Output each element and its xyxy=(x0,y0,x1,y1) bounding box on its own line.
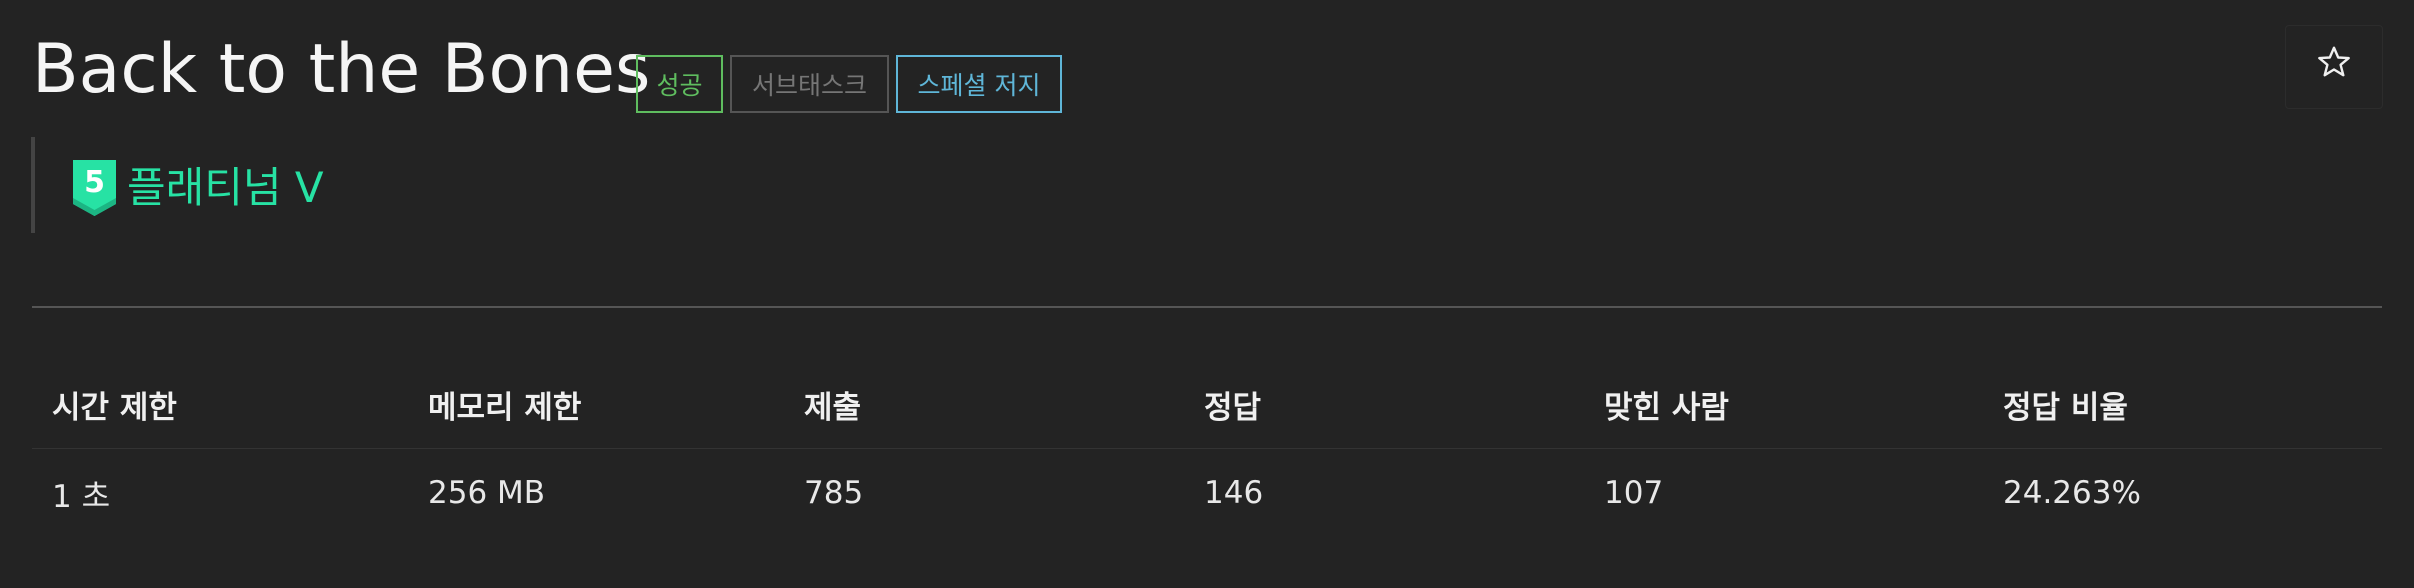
value-submissions: 785 xyxy=(804,475,864,511)
value-memory-limit: 256 MB xyxy=(428,475,546,511)
header-accepted: 정답 xyxy=(1204,389,1262,426)
subtask-badge: 서브태스크 xyxy=(730,55,889,113)
header-memory-limit: 메모리 제한 xyxy=(428,389,582,426)
section-divider xyxy=(32,306,2382,308)
problem-title: Back to the Bones xyxy=(32,30,651,109)
star-outline-icon xyxy=(2316,44,2352,90)
problem-info-table: 시간 제한 메모리 제한 제출 정답 맞힌 사람 정답 비율 1 초 256 M… xyxy=(32,360,2382,537)
favorite-star-button[interactable] xyxy=(2285,25,2383,109)
table-row: 1 초 256 MB 785 146 107 24.263% xyxy=(32,449,2382,537)
tier-accent-bar xyxy=(31,137,35,233)
value-accepted: 146 xyxy=(1204,475,1264,511)
success-badge: 성공 xyxy=(636,55,723,113)
special-judge-badge: 스페셜 저지 xyxy=(896,55,1062,113)
tier-level-number: 5 xyxy=(84,165,105,200)
title-row: Back to the Bones xyxy=(32,26,650,114)
table-header-row: 시간 제한 메모리 제한 제출 정답 맞힌 사람 정답 비율 xyxy=(32,360,2382,449)
tier-display[interactable]: 5 플래티넘 V xyxy=(73,160,324,216)
header-solved-users: 맞힌 사람 xyxy=(1604,389,1729,426)
tier-label: 플래티넘 V xyxy=(127,163,324,212)
header-submissions: 제출 xyxy=(804,389,862,426)
header-accept-ratio: 정답 비율 xyxy=(2003,389,2128,426)
value-time-limit: 1 초 xyxy=(52,478,111,515)
tier-platinum-icon: 5 xyxy=(73,160,116,216)
header-time-limit: 시간 제한 xyxy=(52,389,177,426)
value-solved-users: 107 xyxy=(1604,475,1664,511)
value-accept-ratio: 24.263% xyxy=(2003,475,2141,511)
